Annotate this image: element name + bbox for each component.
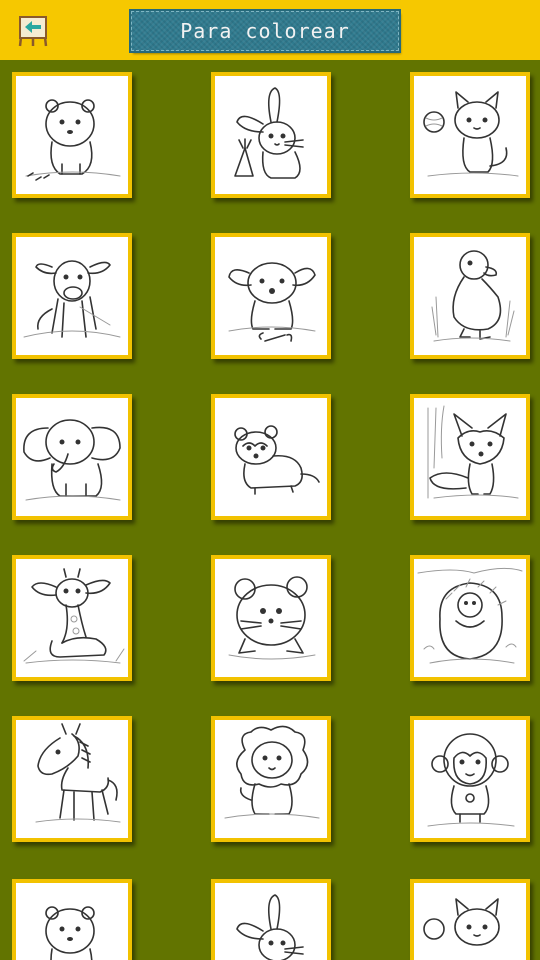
kitten-drawing [423, 898, 500, 946]
drawing-card-hedgehog[interactable] [410, 555, 530, 681]
monkey-drawing [427, 733, 515, 827]
drawing-card-kitten[interactable] [410, 72, 530, 198]
puppy-drawing [228, 262, 316, 342]
kitten-drawing [423, 91, 519, 177]
duck-drawing [431, 250, 515, 342]
back-button[interactable] [16, 14, 50, 48]
drawing-card-monkey[interactable] [410, 716, 530, 842]
calf-drawing [23, 260, 121, 338]
hedgehog-drawing [417, 567, 523, 664]
drawing-card-calf[interactable] [12, 233, 132, 359]
top-bar: Para colorear [0, 0, 540, 60]
drawing-card-horse[interactable] [12, 716, 132, 842]
drawing-card-bear[interactable] [12, 879, 132, 960]
drawing-card-ferret[interactable] [211, 394, 331, 520]
bunny-drawing [234, 87, 304, 179]
drawing-card-hamster[interactable] [211, 555, 331, 681]
drawing-card-duck[interactable] [410, 233, 530, 359]
elephant-drawing [23, 419, 121, 501]
title-banner: Para colorear [129, 9, 401, 53]
drawing-card-lion[interactable] [211, 716, 331, 842]
drawing-card-elephant[interactable] [12, 394, 132, 520]
drawings-grid [0, 60, 540, 960]
lion-drawing [224, 725, 320, 819]
ferret-drawing [234, 425, 320, 495]
drawing-card-giraffe[interactable] [12, 555, 132, 681]
bear-drawing [45, 906, 95, 960]
fox-drawing [427, 405, 519, 499]
drawing-card-fox[interactable] [410, 394, 530, 520]
drawing-card-bear[interactable] [12, 72, 132, 198]
horse-drawing [35, 723, 121, 823]
bear-drawing [25, 99, 121, 181]
page-title: Para colorear [180, 19, 350, 43]
giraffe-drawing [23, 568, 125, 664]
hamster-drawing [228, 576, 316, 660]
bunny-drawing [236, 894, 304, 960]
easel-back-arrow-icon [18, 16, 48, 47]
drawing-card-puppy[interactable] [211, 233, 331, 359]
drawing-card-bunny[interactable] [211, 72, 331, 198]
drawing-card-kitten[interactable] [410, 879, 530, 960]
drawing-card-bunny[interactable] [211, 879, 331, 960]
